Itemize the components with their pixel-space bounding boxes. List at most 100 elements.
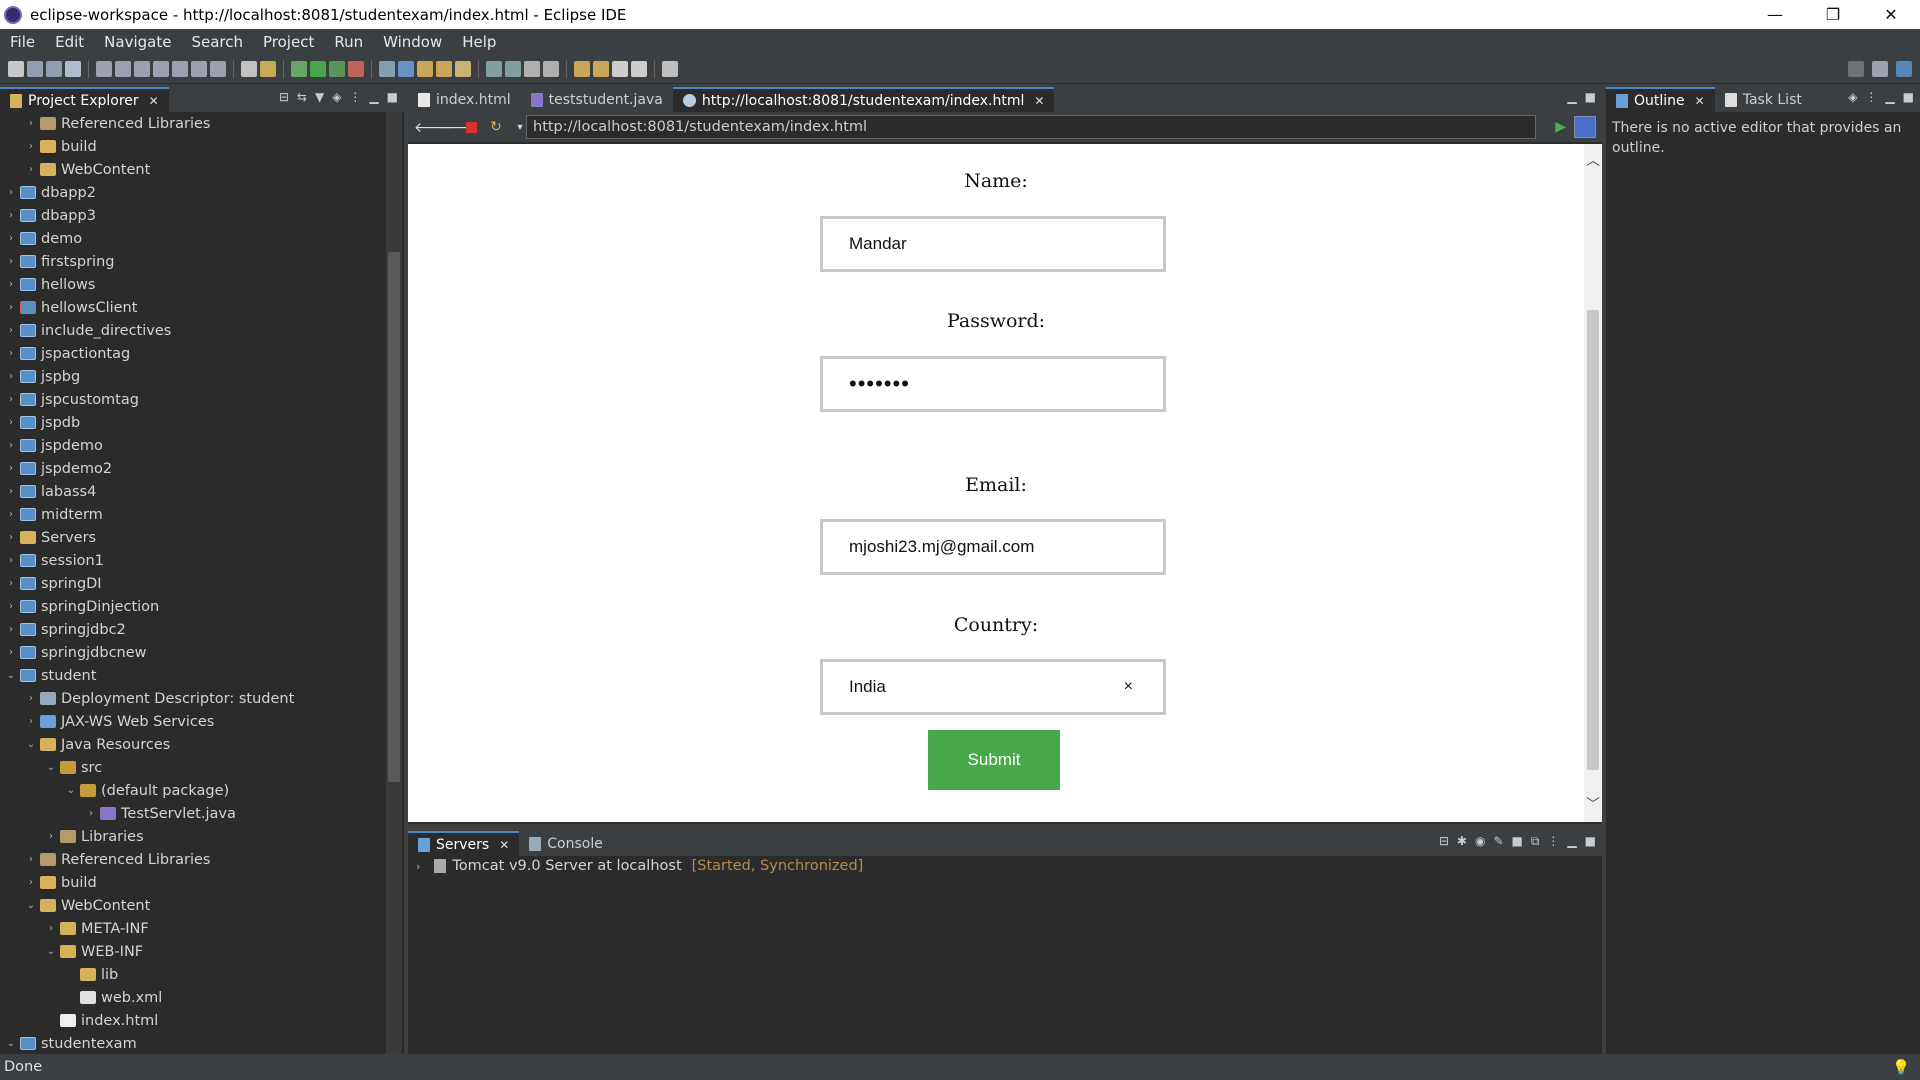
tree-item[interactable]: › jspbg — [0, 365, 382, 388]
external-tools-icon[interactable] — [348, 60, 364, 77]
view-menu-icon[interactable]: ⋮ — [1865, 90, 1877, 104]
scroll-thumb[interactable] — [1587, 310, 1599, 770]
tree-item[interactable]: ⌄ WEB-INF — [0, 940, 382, 963]
stop-server-icon[interactable]: ■ — [1512, 834, 1523, 849]
tree-item[interactable]: › session1 — [0, 549, 382, 572]
chevron-down-icon[interactable]: ⌄ — [4, 1038, 18, 1049]
chevron-down-icon[interactable]: ⌄ — [24, 739, 38, 750]
tree-item[interactable]: › Servers — [0, 526, 382, 549]
server-row[interactable]: › Tomcat v9.0 Server at localhost [Start… — [416, 858, 863, 874]
menu-search[interactable]: Search — [181, 33, 253, 51]
tree-item[interactable]: › JAX-WS Web Services — [0, 710, 382, 733]
tree-item[interactable]: › springDI — [0, 572, 382, 595]
email-input[interactable]: mjoshi23.mj@gmail.com — [820, 519, 1166, 575]
tree-item[interactable]: › midterm — [0, 503, 382, 526]
chevron-right-icon[interactable]: › — [4, 509, 18, 520]
url-input[interactable] — [526, 115, 1536, 139]
tree-item[interactable]: web.xml — [0, 986, 382, 1009]
focus-icon[interactable]: ◈ — [1848, 90, 1857, 104]
menu-window[interactable]: Window — [373, 33, 452, 51]
chevron-right-icon[interactable]: › — [24, 164, 38, 175]
save-icon[interactable] — [27, 60, 43, 77]
run-icon[interactable] — [310, 60, 326, 77]
tab-task-list[interactable]: Task List — [1715, 87, 1812, 112]
tab-outline[interactable]: Outline ✕ — [1606, 87, 1715, 112]
coverage-icon[interactable] — [329, 60, 345, 77]
annotation-icon[interactable] — [505, 60, 521, 77]
chevron-right-icon[interactable]: › — [4, 463, 18, 474]
link-editor-icon[interactable]: ⇆ — [297, 90, 307, 104]
close-icon[interactable]: ✕ — [1695, 94, 1705, 108]
publish-icon[interactable]: ⧉ — [1531, 834, 1540, 849]
chevron-right-icon[interactable]: › — [4, 417, 18, 428]
pin-editor-icon[interactable] — [662, 60, 678, 77]
tab-project-explorer[interactable]: Project Explorer ✕ — [0, 87, 169, 112]
open-resource-icon[interactable] — [436, 60, 452, 77]
chevron-right-icon[interactable]: › — [4, 348, 18, 359]
mark-icon[interactable] — [260, 60, 276, 77]
tree-item[interactable]: › WebContent — [0, 158, 382, 181]
go-icon[interactable]: ▶ — [1555, 119, 1566, 135]
tree-item[interactable]: › build — [0, 871, 382, 894]
chevron-right-icon[interactable]: › — [4, 440, 18, 451]
chevron-right-icon[interactable]: › — [4, 555, 18, 566]
chevron-right-icon[interactable]: › — [24, 716, 38, 727]
step-return-icon[interactable] — [210, 60, 226, 77]
country-input[interactable]: India × — [820, 659, 1166, 715]
chevron-right-icon[interactable]: › — [44, 831, 58, 842]
tree-item[interactable]: ⌄ WebContent — [0, 894, 382, 917]
tree-item[interactable]: › Deployment Descriptor: student — [0, 687, 382, 710]
chevron-right-icon[interactable]: › — [4, 486, 18, 497]
chevron-down-icon[interactable]: ⌄ — [64, 785, 78, 796]
tree-item[interactable]: lib — [0, 963, 382, 986]
debug-icon[interactable] — [291, 60, 307, 77]
tree-item[interactable]: › jspcustomtag — [0, 388, 382, 411]
tree-item[interactable]: › firstspring — [0, 250, 382, 273]
scroll-down-icon[interactable]: ﹀ — [1584, 794, 1602, 814]
tree-item[interactable]: › dbapp2 — [0, 181, 382, 204]
close-window-button[interactable]: ✕ — [1862, 0, 1920, 29]
chevron-right-icon[interactable]: › — [4, 578, 18, 589]
menu-project[interactable]: Project — [253, 33, 324, 51]
terminal-icon[interactable] — [65, 60, 81, 77]
chevron-right-icon[interactable]: › — [4, 302, 18, 313]
chevron-right-icon[interactable]: › — [84, 808, 98, 819]
tree-item[interactable]: › jspdemo — [0, 434, 382, 457]
pin-icon[interactable] — [524, 60, 540, 77]
chevron-right-icon[interactable]: › — [4, 532, 18, 543]
disconnect-icon[interactable] — [153, 60, 169, 77]
tree-item[interactable]: › dbapp3 — [0, 204, 382, 227]
back-arrow-icon[interactable]: 🡐 — [414, 119, 452, 136]
minimize-icon[interactable]: ▁ — [1885, 90, 1894, 104]
chevron-down-icon[interactable]: ⌄ — [4, 670, 18, 681]
maximize-icon[interactable]: ■ — [1903, 90, 1914, 104]
menu-run[interactable]: Run — [324, 33, 373, 51]
tree-item[interactable]: ⌄ src — [0, 756, 382, 779]
chevron-right-icon[interactable]: › — [24, 877, 38, 888]
resume-icon[interactable] — [96, 60, 112, 77]
close-icon[interactable]: ✕ — [149, 94, 159, 108]
close-icon[interactable]: ✕ — [499, 838, 509, 852]
refresh-icon[interactable]: ↻ — [487, 119, 505, 135]
clear-icon[interactable]: × — [1124, 678, 1133, 696]
tab-servers[interactable]: Servers ✕ — [408, 831, 520, 856]
profile-server-icon[interactable]: ✎ — [1493, 834, 1503, 849]
menu-edit[interactable]: Edit — [45, 33, 94, 51]
chevron-down-icon[interactable]: ⌄ — [44, 762, 58, 773]
view-menu-icon[interactable]: ⋮ — [1547, 834, 1559, 849]
chevron-down-icon[interactable]: ⌄ — [44, 946, 58, 957]
collapse-all-icon[interactable]: ⊟ — [279, 90, 289, 104]
forward-arrow-icon[interactable]: 🡒 — [438, 119, 476, 136]
tree-item[interactable]: › jspdb — [0, 411, 382, 434]
tree-item[interactable]: › build — [0, 135, 382, 158]
tab-index-html[interactable]: index.html — [408, 87, 521, 112]
step-into-icon[interactable] — [172, 60, 188, 77]
next-annotation-icon[interactable] — [593, 60, 609, 77]
tree-item[interactable]: ⌄ (default package) — [0, 779, 382, 802]
chevron-right-icon[interactable]: › — [4, 624, 18, 635]
chevron-right-icon[interactable]: › — [24, 693, 38, 704]
maximize-icon[interactable]: ■ — [1585, 834, 1596, 849]
minimize-icon[interactable]: ▁ — [1567, 834, 1576, 849]
close-icon[interactable]: ✕ — [1034, 94, 1044, 108]
name-input[interactable]: Mandar — [820, 216, 1166, 272]
